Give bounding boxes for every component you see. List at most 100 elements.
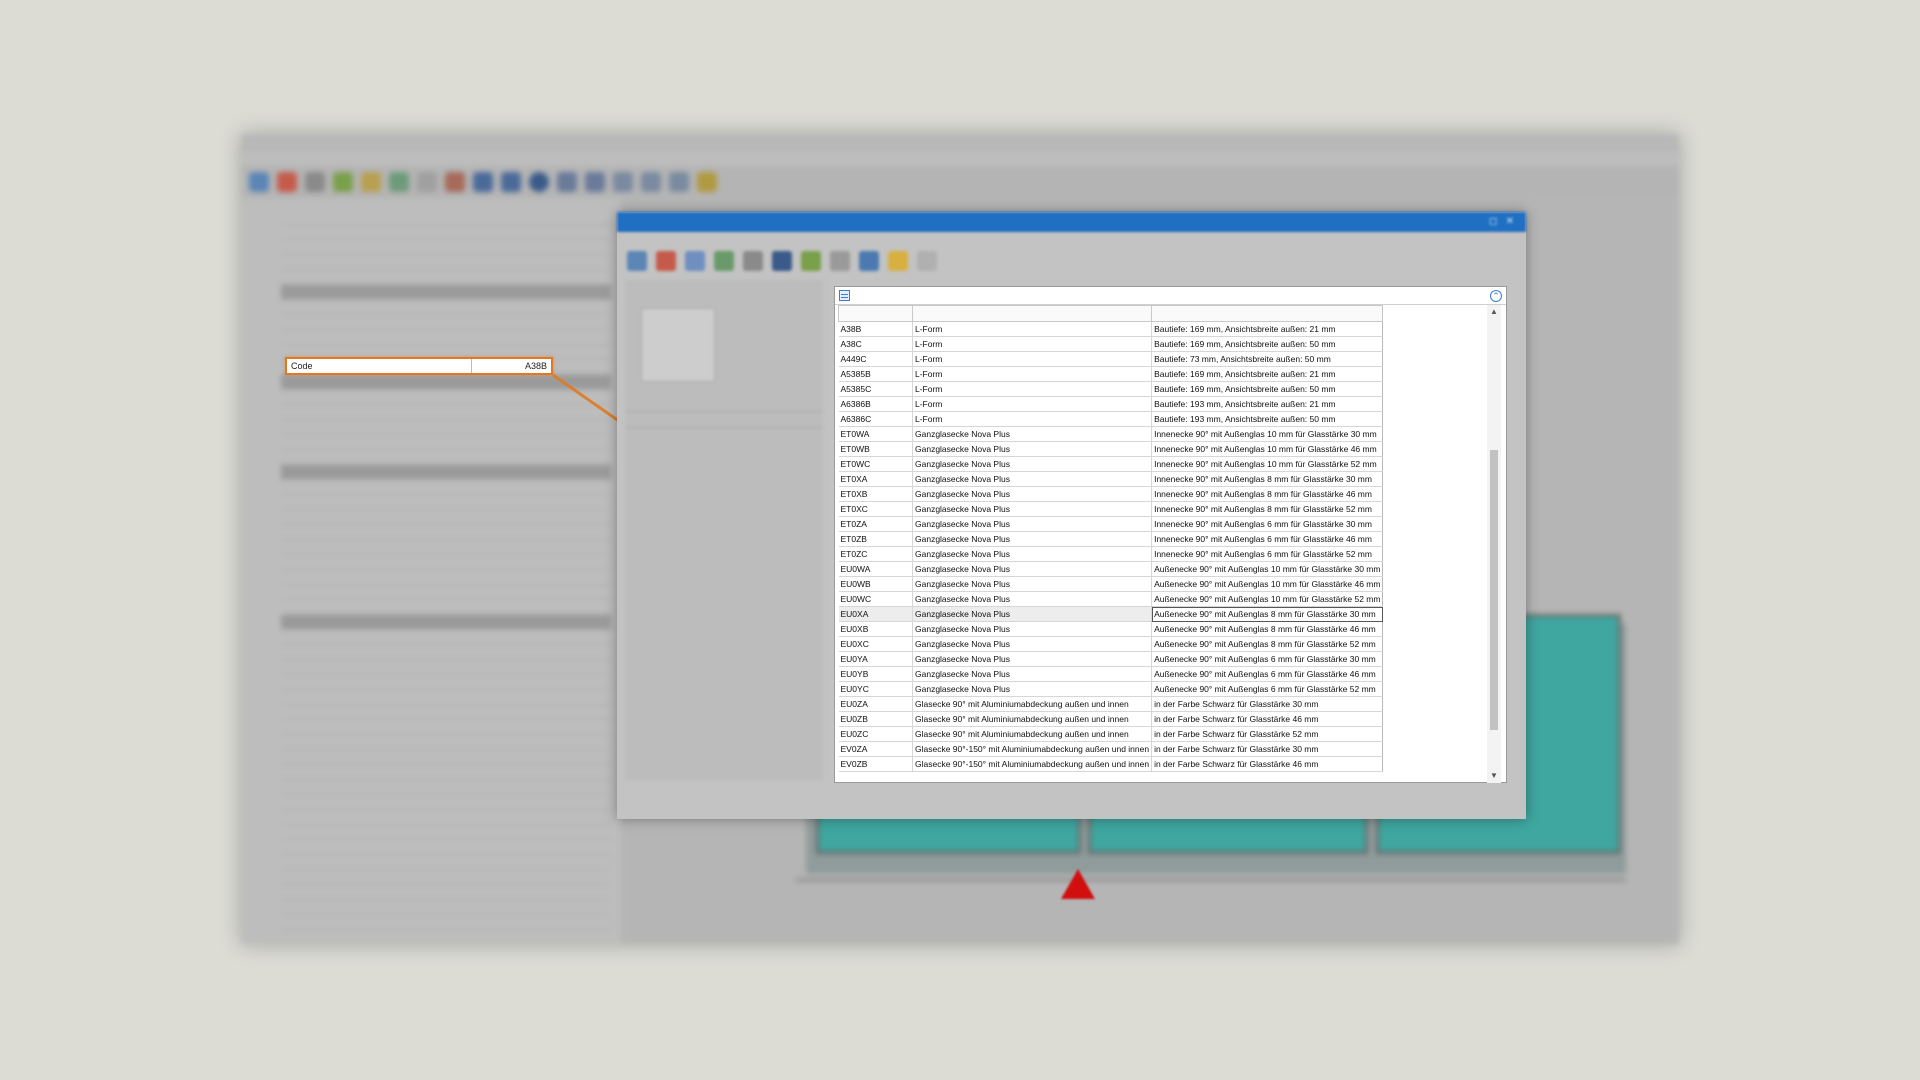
table-cell-code[interactable]: EV0ZA bbox=[838, 741, 913, 757]
table-cell-form[interactable]: Ganzglasecke Nova Plus bbox=[912, 456, 1153, 472]
scroll-up-icon[interactable]: ▲ bbox=[1487, 305, 1501, 319]
edit-icon[interactable] bbox=[830, 251, 850, 271]
table-cell-desc[interactable]: in der Farbe Schwarz für Glasstärke 52 m… bbox=[1151, 726, 1384, 742]
table-cell-code[interactable]: ET0XB bbox=[838, 486, 913, 502]
tool-icon[interactable] bbox=[859, 251, 879, 271]
table-cell-form[interactable]: Ganzglasecke Nova Plus bbox=[912, 531, 1153, 547]
table-cell-form[interactable]: Ganzglasecke Nova Plus bbox=[912, 606, 1153, 622]
lookup-side-panel[interactable] bbox=[625, 280, 823, 780]
prev-record-icon[interactable] bbox=[501, 172, 521, 192]
tool-icon[interactable] bbox=[697, 172, 717, 192]
table-cell-desc[interactable]: Innenecke 90° mit Außenglas 8 mm für Gla… bbox=[1151, 501, 1384, 517]
table-cell-code[interactable]: EU0YA bbox=[838, 651, 913, 667]
table-row[interactable]: ET0XC Ganzglasecke Nova Plus Innenecke 90°… bbox=[838, 501, 1384, 517]
table-row[interactable]: A5385B L-Form Bautiefe: 169 mm, Ansichtsbr… bbox=[838, 366, 1384, 382]
table-cell-form[interactable]: L-Form bbox=[912, 381, 1153, 397]
grid-icon[interactable] bbox=[839, 290, 850, 301]
side-panel-row[interactable] bbox=[625, 400, 823, 412]
table-row[interactable]: EV0ZA Glasecke 90°-150° mit Aluminiumabde… bbox=[838, 741, 1384, 757]
tool-icon[interactable] bbox=[641, 172, 661, 192]
filter-icon[interactable] bbox=[743, 251, 763, 271]
tool-icon[interactable] bbox=[627, 251, 647, 271]
table-cell-form[interactable]: Ganzglasecke Nova Plus bbox=[912, 501, 1153, 517]
tool-icon[interactable] bbox=[305, 172, 325, 192]
table-row[interactable]: EU0WB Ganzglasecke Nova Plus Außenecke 90°… bbox=[838, 576, 1384, 592]
table-cell-code[interactable]: ET0XC bbox=[838, 501, 913, 517]
lookup-table-panel[interactable]: ⌃ A38B L-Form Bautiefe: 169 mm, Ansichtsbr… bbox=[834, 286, 1507, 783]
column-header[interactable] bbox=[838, 305, 913, 322]
table-cell-code[interactable]: ET0XA bbox=[838, 471, 913, 487]
table-cell-code[interactable]: A6386C bbox=[838, 411, 913, 427]
table-row[interactable]: ET0XB Ganzglasecke Nova Plus Innenecke 90°… bbox=[838, 486, 1384, 502]
table-cell-code[interactable]: EU0ZA bbox=[838, 696, 913, 712]
table-row[interactable]: A38B L-Form Bautiefe: 169 mm, Ansichtsbrei… bbox=[838, 321, 1384, 337]
properties-panel[interactable] bbox=[241, 198, 621, 944]
table-cell-desc[interactable]: Außenecke 90° mit Außenglas 6 mm für Gla… bbox=[1151, 681, 1384, 697]
table-cell-form[interactable]: Glasecke 90° mit Aluminiumabdeckung auße… bbox=[912, 726, 1153, 742]
table-cell-form[interactable]: Ganzglasecke Nova Plus bbox=[912, 426, 1153, 442]
table-cell-form[interactable]: Ganzglasecke Nova Plus bbox=[912, 591, 1153, 607]
table-cell-code[interactable]: ET0WB bbox=[838, 441, 913, 457]
table-cell-code[interactable]: EU0XC bbox=[838, 636, 913, 652]
document-icon[interactable] bbox=[917, 251, 937, 271]
collapse-icon[interactable]: ⌃ bbox=[1490, 290, 1502, 302]
table-row[interactable]: ET0WC Ganzglasecke Nova Plus Innenecke 90°… bbox=[838, 456, 1384, 472]
table-cell-desc[interactable]: Innenecke 90° mit Außenglas 8 mm für Gla… bbox=[1151, 471, 1384, 487]
table-cell-code[interactable]: A6386B bbox=[838, 396, 913, 412]
vertical-scrollbar[interactable]: ▲ ▼ bbox=[1487, 305, 1501, 783]
main-menubar[interactable] bbox=[241, 152, 1679, 166]
table-cell-form[interactable]: Ganzglasecke Nova Plus bbox=[912, 681, 1153, 697]
table-cell-desc[interactable]: Bautiefe: 169 mm, Ansichtsbreite außen: … bbox=[1151, 321, 1384, 337]
tool-icon[interactable] bbox=[333, 172, 353, 192]
table-cell-form[interactable]: L-Form bbox=[912, 321, 1153, 337]
next-record-icon[interactable] bbox=[557, 172, 577, 192]
tool-icon[interactable] bbox=[669, 172, 689, 192]
table-row[interactable]: A449C L-Form Bautiefe: 73 mm, Ansichtsbrei… bbox=[838, 351, 1384, 367]
table-cell-code[interactable]: EU0ZB bbox=[838, 711, 913, 727]
table-row[interactable]: EU0XC Ganzglasecke Nova Plus Außenecke 90°… bbox=[838, 636, 1384, 652]
table-cell-code[interactable]: ET0ZB bbox=[838, 531, 913, 547]
table-cell-form[interactable]: L-Form bbox=[912, 366, 1153, 382]
table-cell-code[interactable]: A5385C bbox=[838, 381, 913, 397]
table-row[interactable]: A6386C L-Form Bautiefe: 193 mm, Ansichtsbr… bbox=[838, 411, 1384, 427]
tool-icon[interactable] bbox=[277, 172, 297, 192]
table-cell-desc[interactable]: Innenecke 90° mit Außenglas 6 mm für Gla… bbox=[1151, 516, 1384, 532]
table-cell-desc[interactable]: Außenecke 90° mit Außenglas 6 mm für Gla… bbox=[1151, 666, 1384, 682]
lookup-dialog-menubar[interactable] bbox=[617, 232, 1526, 246]
lookup-dialog-titlebar[interactable]: ◻ ✕ bbox=[617, 212, 1526, 232]
table-cell-code[interactable]: ET0ZC bbox=[838, 546, 913, 562]
table-row[interactable]: ET0ZA Ganzglasecke Nova Plus Innenecke 90°… bbox=[838, 516, 1384, 532]
table-cell-form[interactable]: Glasecke 90°-150° mit Aluminiumabdeckung… bbox=[912, 756, 1153, 772]
column-header[interactable] bbox=[1151, 305, 1384, 322]
table-row[interactable]: ET0WB Ganzglasecke Nova Plus Innenecke 90°… bbox=[838, 441, 1384, 457]
table-cell-desc[interactable]: Bautiefe: 193 mm, Ansichtsbreite außen: … bbox=[1151, 396, 1384, 412]
table-cell-code[interactable]: A449C bbox=[838, 351, 913, 367]
table-cell-code[interactable]: ET0ZA bbox=[838, 516, 913, 532]
tool-icon[interactable] bbox=[656, 251, 676, 271]
table-cell-desc[interactable]: Außenecke 90° mit Außenglas 10 mm für Gl… bbox=[1151, 576, 1384, 592]
column-header[interactable] bbox=[911, 305, 1153, 322]
code-field-value[interactable]: A38B bbox=[472, 361, 551, 371]
table-cell-code[interactable]: EU0WC bbox=[838, 591, 913, 607]
table-cell-desc[interactable]: Bautiefe: 193 mm, Ansichtsbreite außen: … bbox=[1151, 411, 1384, 427]
table-row[interactable]: EU0WA Ganzglasecke Nova Plus Außenecke 90°… bbox=[838, 561, 1384, 577]
table-cell-code[interactable]: A38C bbox=[838, 336, 913, 352]
table-cell-form[interactable]: Ganzglasecke Nova Plus bbox=[912, 666, 1153, 682]
table-cell-desc[interactable]: Bautiefe: 73 mm, Ansichtsbreite außen: 5… bbox=[1151, 351, 1384, 367]
table-cell-form[interactable]: Ganzglasecke Nova Plus bbox=[912, 441, 1153, 457]
table-cell-form[interactable]: Glasecke 90° mit Aluminiumabdeckung auße… bbox=[912, 696, 1153, 712]
table-cell-form[interactable]: Glasecke 90°-150° mit Aluminiumabdeckung… bbox=[912, 741, 1153, 757]
table-cell-desc[interactable]: in der Farbe Schwarz für Glasstärke 46 m… bbox=[1151, 756, 1384, 772]
table-row[interactable]: EU0WC Ganzglasecke Nova Plus Außenecke 90°… bbox=[838, 591, 1384, 607]
tool-icon[interactable] bbox=[801, 251, 821, 271]
last-record-icon[interactable] bbox=[585, 172, 605, 192]
table-row[interactable]: EU0YB Ganzglasecke Nova Plus Außenecke 90°… bbox=[838, 666, 1384, 682]
table-cell-code[interactable]: A5385B bbox=[838, 366, 913, 382]
table-cell-desc[interactable]: Bautiefe: 169 mm, Ansichtsbreite außen: … bbox=[1151, 336, 1384, 352]
table-cell-form[interactable]: Ganzglasecke Nova Plus bbox=[912, 651, 1153, 667]
table-cell-form[interactable]: Ganzglasecke Nova Plus bbox=[912, 486, 1153, 502]
table-row[interactable]: ET0WA Ganzglasecke Nova Plus Innenecke 90°… bbox=[838, 426, 1384, 442]
table-cell-form[interactable]: Glasecke 90° mit Aluminiumabdeckung auße… bbox=[912, 711, 1153, 727]
table-cell-form[interactable]: Ganzglasecke Nova Plus bbox=[912, 516, 1153, 532]
table-cell-desc[interactable]: Innenecke 90° mit Außenglas 6 mm für Gla… bbox=[1151, 546, 1384, 562]
